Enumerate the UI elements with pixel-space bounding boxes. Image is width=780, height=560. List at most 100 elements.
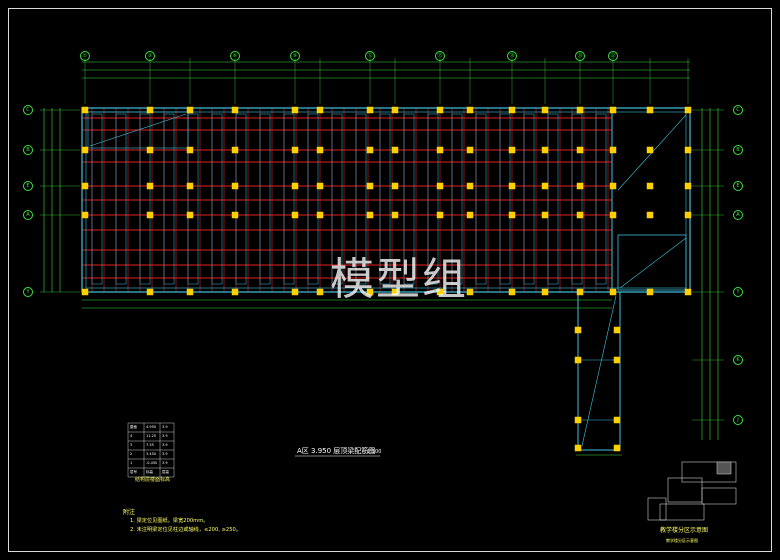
axis-bubble-right: E bbox=[733, 181, 743, 191]
watermark: 模型组 bbox=[330, 254, 468, 305]
column bbox=[291, 182, 299, 190]
axis-bubble-top: ⑫ bbox=[365, 51, 375, 61]
axis-bubble-right: K bbox=[733, 355, 743, 365]
column bbox=[613, 416, 621, 424]
column bbox=[541, 182, 549, 190]
axis-bubble-top: ⑱ bbox=[507, 51, 517, 61]
column bbox=[574, 326, 582, 334]
axis-bubble-left: B bbox=[23, 145, 33, 155]
key-plan-highlight bbox=[716, 461, 732, 475]
column bbox=[146, 182, 154, 190]
column bbox=[684, 146, 692, 154]
key-plan-block bbox=[667, 477, 703, 503]
axis-bubble-right: B bbox=[733, 145, 743, 155]
column bbox=[576, 182, 584, 190]
column bbox=[613, 356, 621, 364]
column bbox=[291, 106, 299, 114]
axis-bubble-top: ⑳ bbox=[575, 51, 585, 61]
column bbox=[81, 182, 89, 190]
column bbox=[231, 106, 239, 114]
column bbox=[576, 106, 584, 114]
beam-box bbox=[547, 113, 559, 285]
column bbox=[231, 211, 239, 219]
column bbox=[574, 444, 582, 452]
axis-bubble-left: A bbox=[23, 210, 33, 220]
column bbox=[436, 182, 444, 190]
axis-bubble-right: A bbox=[733, 210, 743, 220]
column bbox=[366, 106, 374, 114]
legend-title: 结构层楼面标高 bbox=[135, 477, 171, 483]
axis-bubble-top: ⑨ bbox=[290, 51, 300, 61]
column bbox=[316, 182, 324, 190]
beam-box bbox=[571, 113, 583, 285]
axis-bubble-top: ① bbox=[80, 51, 90, 61]
axis-bubble-left: Y bbox=[23, 287, 33, 297]
axis-bubble-top: ㉒ bbox=[608, 51, 618, 61]
note-1: 1. 梁定位见图纸。梁宽200mm。 bbox=[130, 518, 209, 524]
axis-bubble-top: ③ bbox=[145, 51, 155, 61]
beam-box bbox=[211, 113, 223, 285]
legend-cell: 11.25 bbox=[146, 434, 157, 438]
axis-bubble-right: J bbox=[733, 415, 743, 425]
column bbox=[231, 288, 239, 296]
column bbox=[684, 211, 692, 219]
beam-box bbox=[91, 113, 103, 285]
column bbox=[81, 288, 89, 296]
column bbox=[186, 288, 194, 296]
column bbox=[186, 211, 194, 219]
column bbox=[436, 146, 444, 154]
legend-cell: 4 bbox=[130, 434, 133, 438]
legend-cell: 层号 bbox=[130, 470, 137, 474]
column bbox=[466, 211, 474, 219]
column bbox=[541, 288, 549, 296]
column bbox=[646, 182, 654, 190]
column bbox=[391, 106, 399, 114]
legend-cell: 3.9 bbox=[162, 434, 168, 438]
wing-diagonal bbox=[581, 295, 617, 447]
beam-box bbox=[163, 113, 175, 285]
column bbox=[646, 106, 654, 114]
cad-viewport[interactable]: 模型组 A区 3.950 层顶梁配筋图 1:100 教学楼分区示意图 教学楼分区… bbox=[0, 0, 780, 560]
column bbox=[609, 288, 617, 296]
plan-title: A区 3.950 层顶梁配筋图 bbox=[297, 447, 376, 455]
beam-box bbox=[187, 113, 199, 285]
column bbox=[436, 106, 444, 114]
column bbox=[574, 356, 582, 364]
key-plan-block bbox=[701, 487, 737, 505]
column bbox=[366, 211, 374, 219]
column bbox=[508, 106, 516, 114]
legend-cell: 屋面 bbox=[130, 425, 137, 429]
column bbox=[146, 146, 154, 154]
legend-cell: 3.9 bbox=[162, 461, 168, 465]
key-plan-subtitle: 教学楼分区示意图 bbox=[666, 538, 698, 543]
legend-cell: 3.9 bbox=[162, 425, 168, 429]
beam-box bbox=[595, 113, 607, 285]
beam-box bbox=[307, 113, 319, 285]
column bbox=[609, 182, 617, 190]
column bbox=[316, 288, 324, 296]
legend-cell: 3.450 bbox=[146, 452, 157, 456]
column bbox=[684, 288, 692, 296]
column bbox=[541, 211, 549, 219]
legend-cell: 2 bbox=[130, 452, 133, 456]
key-plan-block bbox=[647, 497, 667, 521]
column bbox=[576, 288, 584, 296]
column bbox=[508, 182, 516, 190]
legend-cell: 3 bbox=[130, 443, 133, 447]
column bbox=[81, 211, 89, 219]
column bbox=[146, 106, 154, 114]
column bbox=[646, 146, 654, 154]
column bbox=[366, 146, 374, 154]
column bbox=[291, 146, 299, 154]
column bbox=[646, 211, 654, 219]
note-2: 2. 未注明梁定位见柱边或轴线，≤200, ≥250。 bbox=[130, 527, 242, 533]
key-plan-block bbox=[659, 503, 705, 521]
column bbox=[231, 146, 239, 154]
legend-cell: 3.9 bbox=[162, 452, 168, 456]
column bbox=[146, 211, 154, 219]
column bbox=[576, 211, 584, 219]
column bbox=[391, 211, 399, 219]
column bbox=[609, 211, 617, 219]
beam-box bbox=[259, 113, 271, 285]
column bbox=[186, 146, 194, 154]
